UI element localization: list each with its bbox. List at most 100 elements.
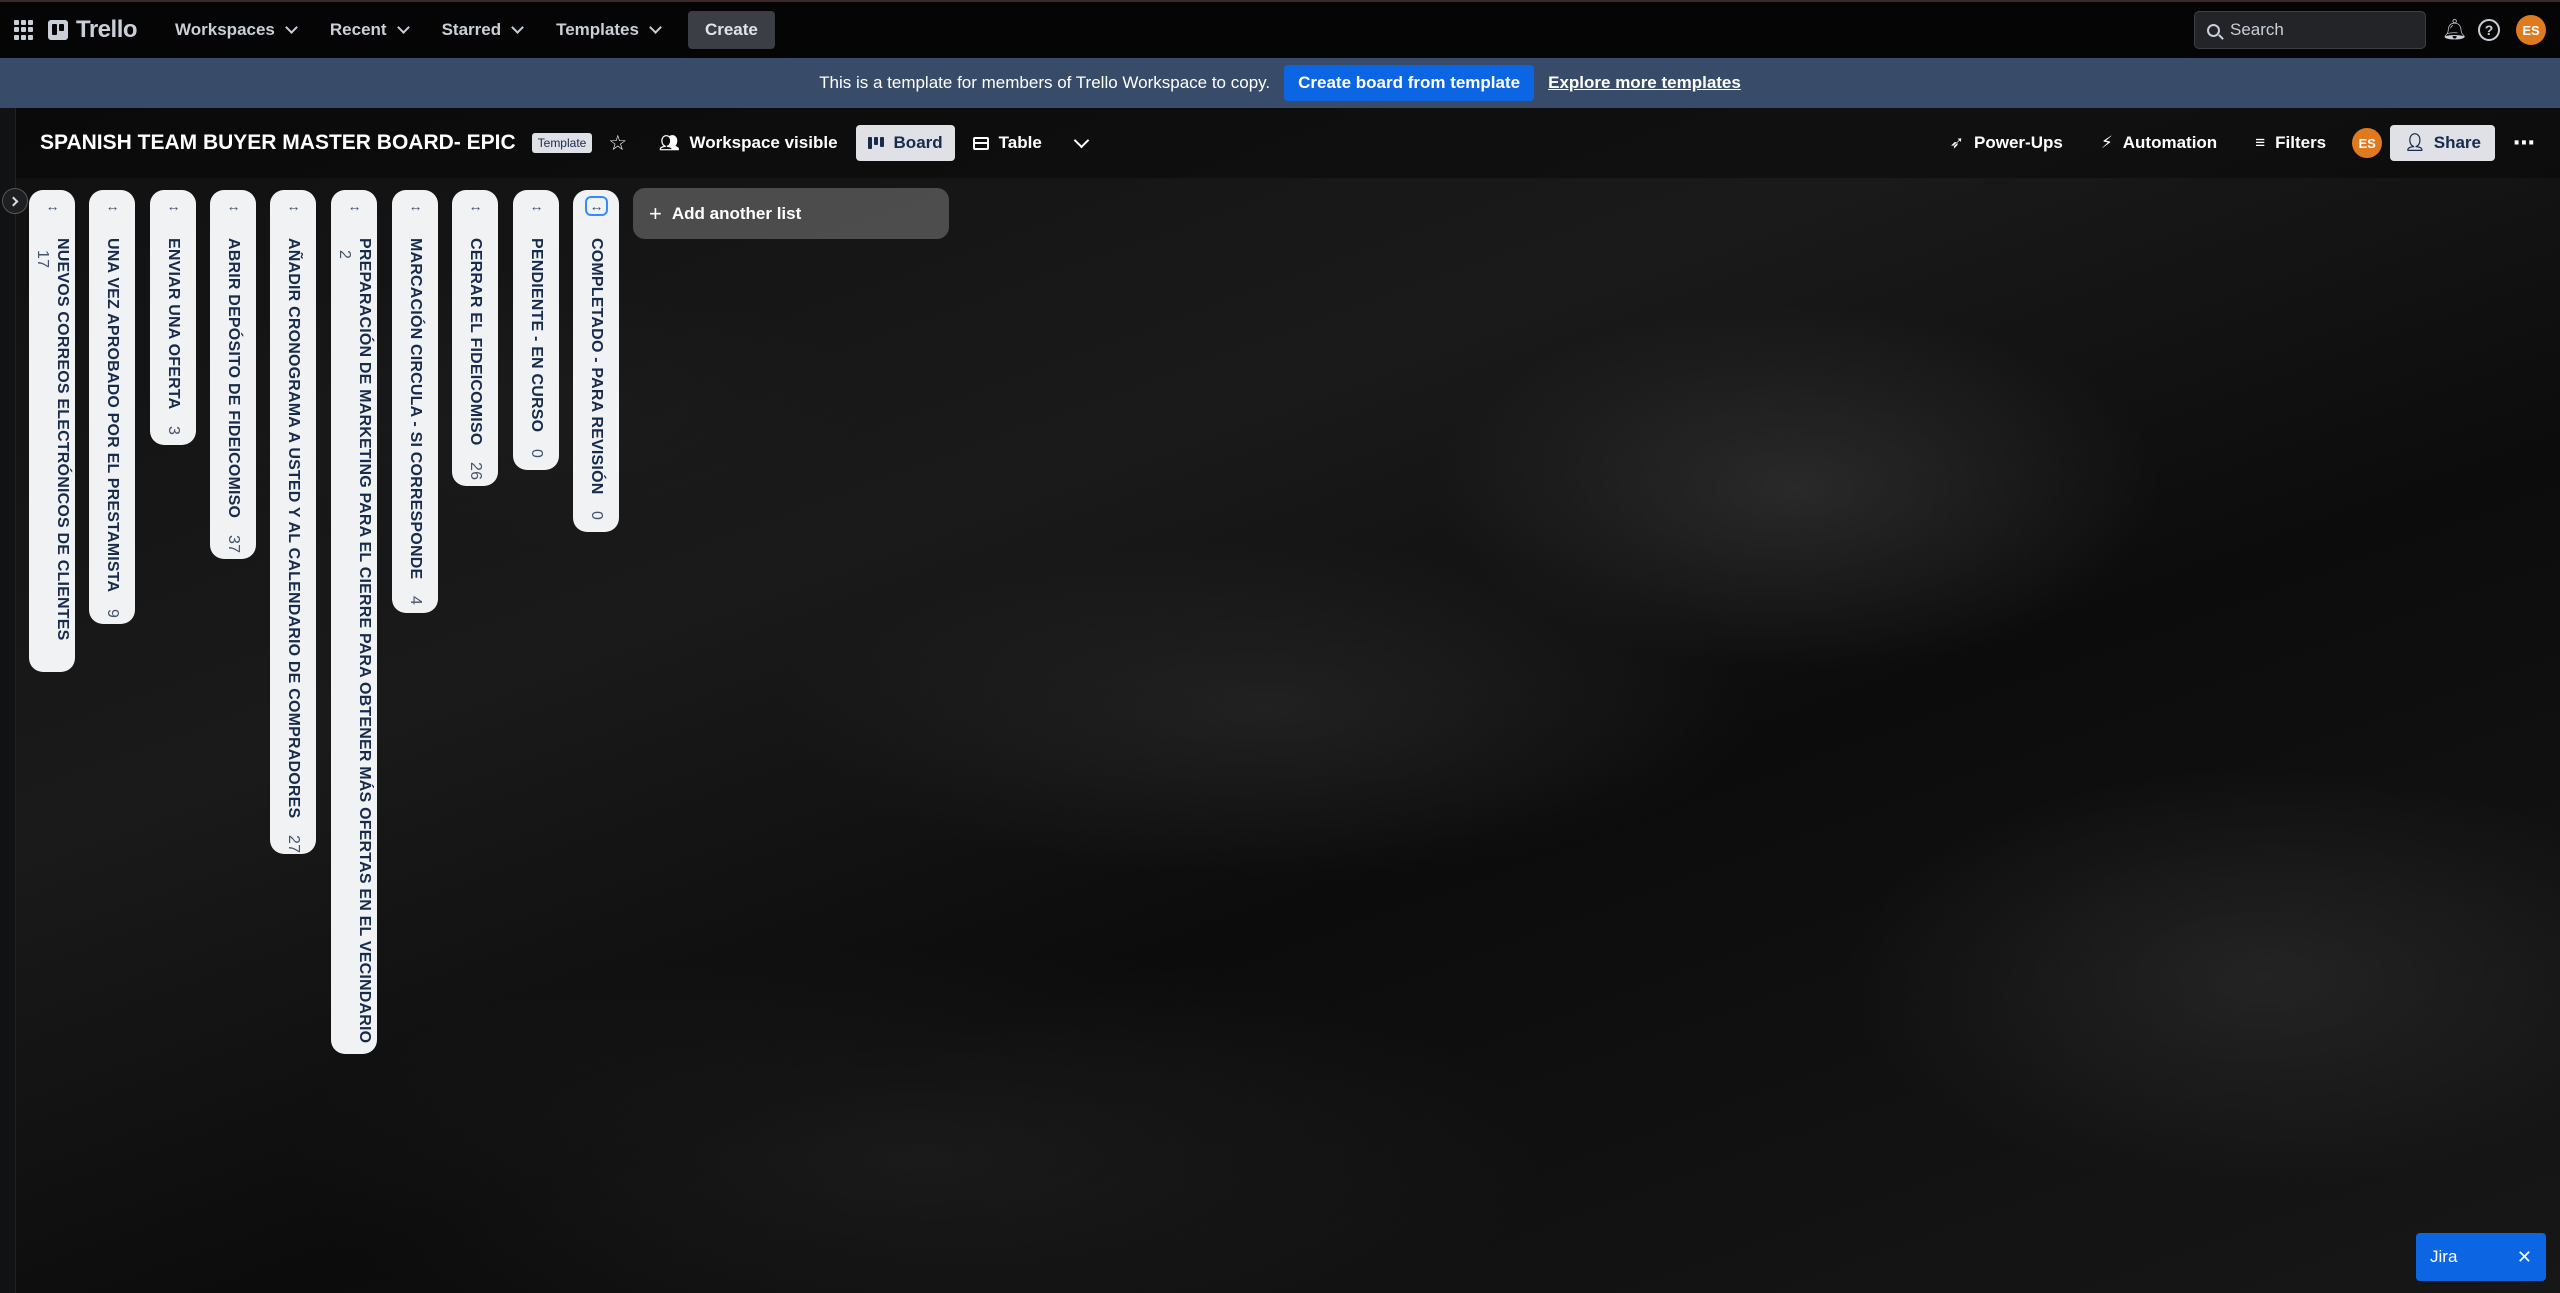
list-title: PENDIENTE - EN CURSO 0 (528, 238, 545, 459)
list-card-count: 26 (467, 462, 484, 481)
expand-list-icon[interactable]: ↔ (46, 198, 60, 214)
list-title: CERRAR EL FIDEICOMISO 26 (467, 238, 484, 481)
plus-icon: + (649, 200, 662, 226)
chevron-down-icon (285, 21, 298, 34)
create-board-from-template-button[interactable]: Create board from template (1284, 65, 1535, 101)
recent-menu-label: Recent (329, 20, 387, 39)
add-list-label: Add another list (671, 203, 802, 223)
top-navigation: Trello Workspaces Recent Starred Templat… (0, 0, 2560, 58)
board-member-avatar[interactable]: ES (2352, 128, 2383, 158)
jira-label[interactable]: Jira (2430, 1247, 2457, 1267)
people-icon: 👥︎ (659, 135, 680, 152)
list-card-count: 9 (104, 608, 121, 619)
starred-menu[interactable]: Starred (430, 11, 535, 49)
chevron-right-icon (8, 196, 19, 206)
list-title: MARCACIÓN CIRCULA - SI CORRESPONDE 4 (407, 238, 424, 606)
list-title: COMPLETADO - PARA REVISIÓN 0 (588, 238, 605, 521)
template-badge: Template (531, 133, 593, 153)
workspace-sidebar-collapsed (0, 108, 28, 1293)
list-card-count: 3 (165, 426, 182, 436)
user-avatar[interactable]: ES (2516, 15, 2546, 45)
notifications-bell-icon[interactable]: 🔔︎ (2442, 19, 2467, 41)
collapsed-list[interactable]: ↔ ABRIR DEPÓSITO DE FIDEICOMISO 37 (210, 190, 256, 559)
board-menu-dots-icon[interactable]: ⋯ (2513, 130, 2536, 156)
chevron-down-icon (396, 21, 410, 34)
board-view-icon (867, 137, 884, 149)
search-input[interactable]: Search (2194, 11, 2426, 49)
recent-menu[interactable]: Recent (318, 11, 420, 49)
add-another-list-button[interactable]: + Add another list (633, 188, 949, 239)
rocket-icon: ➶ (1949, 133, 1965, 152)
collapsed-list[interactable]: ↔ MARCACIÓN CIRCULA - SI CORRESPONDE 4 (392, 190, 438, 613)
workspaces-menu-label: Workspaces (175, 20, 275, 39)
list-card-count: 0 (588, 511, 605, 521)
collapsed-list[interactable]: ↔ COMPLETADO - PARA REVISIÓN 0 (573, 190, 619, 532)
collapsed-list[interactable]: ↔ UNA VEZ APROBADO POR EL PRESTAMISTA 9 (89, 190, 135, 624)
expand-list-icon[interactable]: ↔ (227, 198, 241, 214)
add-person-icon: 👤︎ (2404, 133, 2426, 152)
search-placeholder: Search (2230, 20, 2284, 39)
list-card-count: 4 (407, 595, 424, 606)
expand-list-icon[interactable]: ↔ (348, 198, 362, 214)
create-button[interactable]: Create (687, 11, 775, 49)
expand-sidebar-button[interactable] (2, 188, 28, 214)
expand-list-icon[interactable]: ↔ (409, 198, 423, 214)
filters-label: Filters (2275, 133, 2327, 152)
filters-button[interactable]: ≡ Filters (2243, 125, 2338, 161)
list-title: ENVIAR UNA OFERTA 3 (165, 238, 182, 436)
help-icon[interactable]: ? (2478, 19, 2500, 41)
collapsed-list[interactable]: ↔ PENDIENTE - EN CURSO 0 (513, 190, 559, 470)
jira-widget[interactable]: Jira ✕ (2416, 1233, 2546, 1281)
view-board-label: Board (893, 133, 943, 152)
collapsed-list[interactable]: ↔ ENVIAR UNA OFERTA 3 (150, 190, 196, 445)
view-board-tab[interactable]: Board (855, 125, 955, 161)
table-view-icon (972, 136, 989, 150)
share-label: Share (2433, 133, 2481, 152)
view-table-label: Table (998, 133, 1042, 152)
collapsed-list[interactable]: ↔ CERRAR EL FIDEICOMISO 26 (452, 190, 498, 486)
starred-menu-label: Starred (441, 20, 502, 39)
templates-menu-label: Templates (556, 20, 639, 39)
close-icon[interactable]: ✕ (2517, 1247, 2532, 1268)
automation-label: Automation (2122, 133, 2218, 152)
expand-list-icon[interactable]: ↔ (530, 198, 544, 214)
board-title[interactable]: SPANISH TEAM BUYER MASTER BOARD- EPIC (40, 131, 516, 155)
expand-list-icon[interactable]: ↔ (106, 198, 120, 214)
collapsed-list[interactable]: ↔ PREPARACIÓN DE MARKETING PARA EL CIERR… (331, 190, 377, 1054)
expand-list-icon[interactable]: ↔ (469, 198, 483, 214)
list-title: ABRIR DEPÓSITO DE FIDEICOMISO 37 (225, 238, 242, 554)
collapsed-list[interactable]: ↔ NUEVOS CORREOS ELECTRÓNICOS DE CLIENTE… (29, 190, 75, 672)
power-ups-button[interactable]: ➶ Power-Ups (1938, 125, 2075, 161)
list-card-count: 27 (285, 835, 302, 854)
list-title: AÑADIR CRONOGRAMA A USTED Y AL CALENDARI… (285, 238, 302, 854)
template-banner: This is a template for members of Trello… (0, 58, 2560, 108)
trello-logo[interactable]: Trello (48, 16, 138, 44)
list-card-count: 37 (225, 534, 242, 554)
lightning-icon: ⚡︎ (2100, 133, 2113, 152)
star-board-icon[interactable]: ☆ (608, 131, 627, 156)
collapsed-list[interactable]: ↔ AÑADIR CRONOGRAMA A USTED Y AL CALENDA… (270, 190, 316, 854)
expand-list-icon[interactable]: ↔ (584, 196, 608, 216)
expand-list-icon[interactable]: ↔ (167, 198, 181, 214)
more-views-chevron-icon[interactable] (1073, 132, 1090, 148)
list-card-count: 2 (336, 250, 353, 260)
app-switcher-icon[interactable] (14, 20, 34, 40)
view-table-tab[interactable]: Table (961, 125, 1054, 161)
list-card-count: 17 (34, 250, 51, 269)
list-title: UNA VEZ APROBADO POR EL PRESTAMISTA 9 (104, 238, 121, 619)
expand-list-icon[interactable]: ↔ (287, 198, 301, 214)
trello-logo-icon (48, 20, 68, 40)
list-title: PREPARACIÓN DE MARKETING PARA EL CIERRE … (336, 238, 373, 1044)
trello-logo-text: Trello (76, 16, 138, 43)
filter-icon: ≡ (2255, 133, 2266, 152)
template-banner-text: This is a template for members of Trello… (819, 73, 1271, 92)
chevron-down-icon (511, 21, 524, 34)
list-title: NUEVOS CORREOS ELECTRÓNICOS DE CLIENTES … (34, 238, 71, 641)
visibility-label: Workspace visible (689, 133, 838, 152)
automation-button[interactable]: ⚡︎ Automation (2089, 125, 2229, 161)
visibility-button[interactable]: 👥︎ Workspace visible (647, 125, 849, 161)
explore-more-templates-link[interactable]: Explore more templates (1548, 73, 1741, 93)
share-button[interactable]: 👤︎ Share (2390, 125, 2495, 161)
templates-menu[interactable]: Templates (544, 11, 672, 49)
workspaces-menu[interactable]: Workspaces (163, 11, 308, 49)
